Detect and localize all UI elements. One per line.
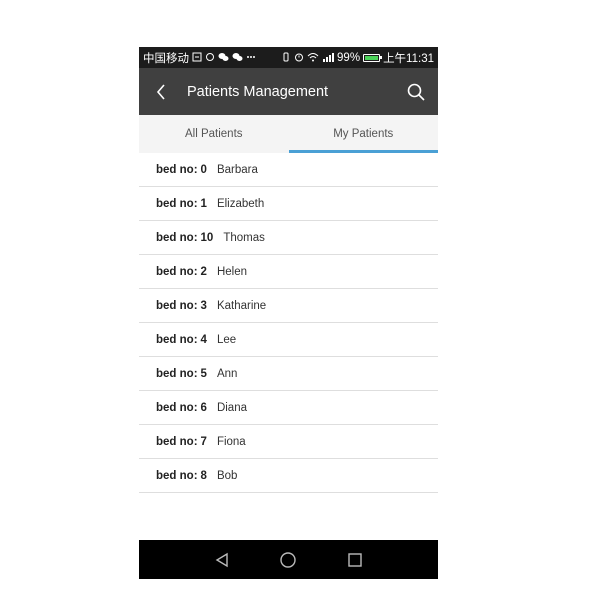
patient-name: Thomas: [223, 231, 265, 244]
bed-prefix: bed no:: [156, 401, 198, 414]
bed-label: bed no: 4: [156, 334, 207, 346]
app-bar: Patients Management: [139, 68, 438, 115]
patient-row[interactable]: bed no: 8 Bob: [139, 459, 438, 493]
bed-label: bed no: 5: [156, 368, 207, 380]
battery-icon: [363, 53, 383, 62]
back-triangle-icon: [215, 552, 228, 567]
navigation-bar: [139, 540, 438, 579]
bed-number: 4: [200, 333, 207, 346]
nav-back-button[interactable]: [207, 545, 237, 575]
vibrate-icon: [281, 52, 291, 64]
bed-label: bed no: 3: [156, 300, 207, 312]
bed-label: bed no: 2: [156, 266, 207, 278]
bed-label: bed no: 1: [156, 198, 207, 210]
patient-row[interactable]: bed no: 1 Elizabeth: [139, 187, 438, 221]
patient-name: Elizabeth: [216, 197, 265, 210]
sim-icon: [192, 52, 202, 64]
bed-number: 3: [200, 299, 207, 312]
status-right: 99% 上午11:31: [281, 50, 434, 66]
more-icon: [246, 52, 256, 64]
page-title: Patients Management: [187, 83, 329, 100]
patient-name: Fiona: [216, 435, 246, 448]
clock: 上午11:31: [383, 52, 434, 65]
patient-row[interactable]: bed no: 4 Lee: [139, 323, 438, 357]
battery-percent: 99%: [337, 51, 361, 64]
patient-row[interactable]: bed no: 7 Fiona: [139, 425, 438, 459]
bed-prefix: bed no:: [156, 435, 198, 448]
patient-row[interactable]: bed no: 2 Helen: [139, 255, 438, 289]
bed-prefix: bed no:: [156, 163, 198, 176]
status-bar: 中国移动 99% 上午11:31: [139, 47, 438, 68]
patient-name: Lee: [216, 333, 237, 346]
patient-row[interactable]: bed no: 0 Barbara: [139, 153, 438, 187]
wechat-icon-2: [232, 52, 243, 64]
alarm-icon: [294, 52, 304, 64]
patient-row[interactable]: bed no: 3 Katharine: [139, 289, 438, 323]
bed-prefix: bed no:: [156, 469, 198, 482]
patient-row[interactable]: bed no: 6 Diana: [139, 391, 438, 425]
carrier-label: 中国移动: [143, 52, 189, 65]
bed-number: 6: [200, 401, 207, 414]
back-button[interactable]: [139, 68, 183, 115]
patient-name: Katharine: [216, 299, 267, 312]
nav-recents-button[interactable]: [340, 545, 370, 575]
home-circle-icon: [280, 551, 297, 568]
bed-number: 10: [200, 231, 214, 244]
bed-number: 5: [200, 367, 207, 380]
patient-name: Diana: [216, 401, 247, 414]
bed-number: 2: [200, 265, 207, 278]
search-button[interactable]: [394, 68, 438, 115]
bed-number: 0: [200, 163, 207, 176]
bed-label: bed no: 10: [156, 232, 213, 244]
bed-number: 1: [200, 197, 207, 210]
search-icon: [407, 83, 425, 101]
bed-label: bed no: 7: [156, 436, 207, 448]
bed-prefix: bed no:: [156, 333, 198, 346]
tab-all-patients[interactable]: All Patients: [139, 115, 289, 153]
patient-name: Barbara: [216, 163, 258, 176]
patient-name: Helen: [216, 265, 247, 278]
battery-tip: [380, 56, 383, 59]
tab-my-patients[interactable]: My Patients: [288, 115, 439, 153]
tab-bar: All Patients My Patients: [139, 115, 438, 153]
bed-label: bed no: 6: [156, 402, 207, 414]
signal-icon: [322, 52, 335, 64]
phone-screen: 中国移动 99% 上午11:31 Patients Management All…: [139, 47, 438, 579]
status-left: 中国移动: [143, 50, 256, 66]
message-icon: [205, 52, 215, 64]
battery-fill: [365, 55, 378, 60]
patient-name: Ann: [216, 367, 238, 380]
patient-name: Bob: [216, 469, 238, 482]
bed-prefix: bed no:: [156, 367, 198, 380]
recents-square-icon: [348, 552, 362, 567]
bed-label: bed no: 8: [156, 470, 207, 482]
bed-prefix: bed no:: [156, 299, 198, 312]
wechat-icon: [218, 52, 229, 64]
bed-prefix: bed no:: [156, 197, 198, 210]
wifi-icon: [307, 52, 319, 64]
bed-number: 8: [200, 469, 207, 482]
bed-label: bed no: 0: [156, 164, 207, 176]
bed-prefix: bed no:: [156, 231, 198, 244]
patient-row[interactable]: bed no: 5 Ann: [139, 357, 438, 391]
bed-prefix: bed no:: [156, 265, 198, 278]
patient-row[interactable]: bed no: 10 Thomas: [139, 221, 438, 255]
nav-home-button[interactable]: [273, 545, 303, 575]
patient-list: bed no: 0 Barbara bed no: 1 Elizabeth bed no: 1…: [139, 153, 438, 493]
bed-number: 7: [200, 435, 207, 448]
chevron-left-icon: [156, 83, 165, 100]
